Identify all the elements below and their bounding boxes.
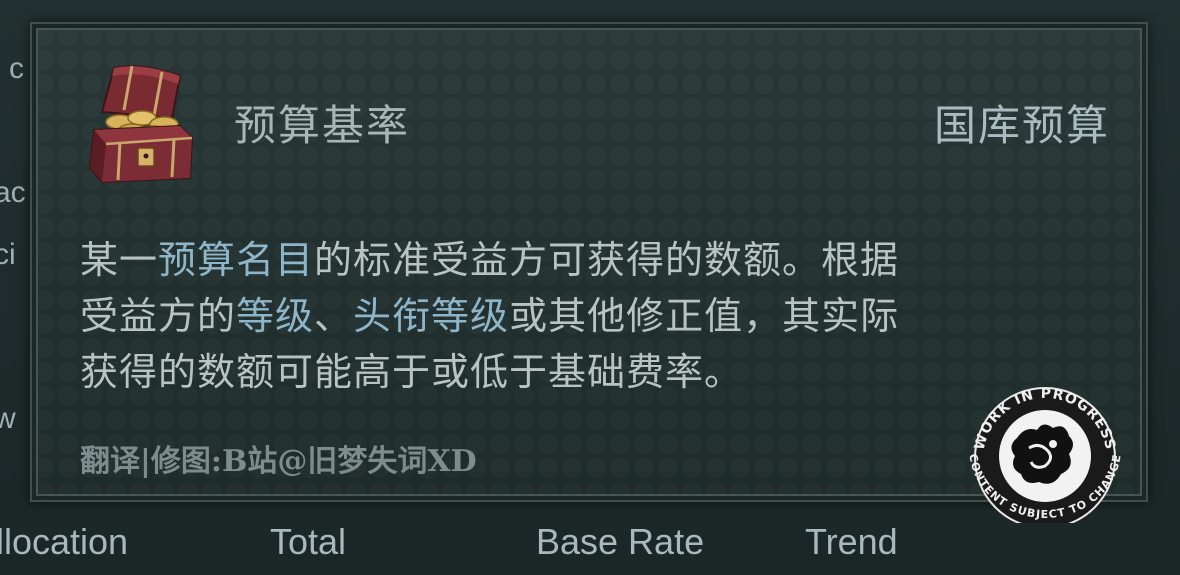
tooltip-description: 某一预算名目的标准受益方可获得的数额。根据 受益方的等级、头衔等级或其他修正值，… xyxy=(80,232,1090,400)
description-text: 获得的数额可能高于或低于基础费率。 xyxy=(80,350,744,394)
column-header-trend[interactable]: Trend xyxy=(805,521,898,563)
background-fragment: l c xyxy=(0,52,24,85)
table-header-row: llocation Total Base Rate Trend xyxy=(0,515,1180,575)
budget-item-link[interactable]: 预算名目 xyxy=(158,238,314,282)
column-header-base-rate[interactable]: Base Rate xyxy=(536,521,704,563)
background-fragment: w xyxy=(0,402,16,435)
description-text: 某一 xyxy=(80,238,159,282)
column-header-total[interactable]: Total xyxy=(270,521,346,563)
description-line: 获得的数额可能高于或低于基础费率。 xyxy=(80,344,1090,400)
description-line: 某一预算名目的标准受益方可获得的数额。根据 xyxy=(80,232,1090,288)
column-header-allocation[interactable]: llocation xyxy=(0,521,128,563)
description-text: 受益方的 xyxy=(80,294,237,338)
work-in-progress-badge: WORK IN PROGRESS CONTENT SUBJECT TO CHAN… xyxy=(966,386,1123,523)
translator-credit: 翻译|修图:B站@旧梦失词XD xyxy=(80,444,477,479)
treasure-chest-icon xyxy=(88,65,194,184)
tooltip-category: 国库预算 xyxy=(933,101,1110,150)
description-text: 或其他修正值，其实际 xyxy=(509,294,900,338)
description-text: 的标准受益方可获得的数额。根据 xyxy=(314,238,900,282)
rank-link[interactable]: 等级 xyxy=(236,294,314,338)
description-text: 、 xyxy=(314,294,354,338)
background-fragment: ci xyxy=(0,238,16,271)
tooltip-title: 预算基率 xyxy=(234,101,411,150)
background-fragment: ac xyxy=(0,176,26,209)
title-rank-link[interactable]: 头衔等级 xyxy=(353,294,509,338)
description-line: 受益方的等级、头衔等级或其他修正值，其实际 xyxy=(80,288,1090,344)
